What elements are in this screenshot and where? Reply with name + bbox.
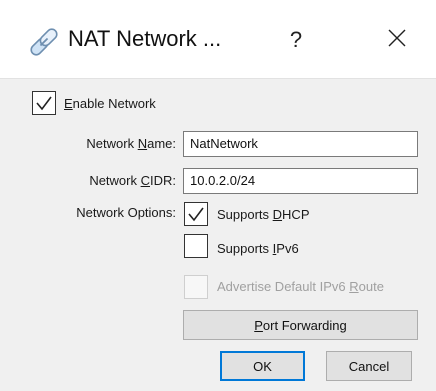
network-cidr-label: Network CIDR: [89, 173, 176, 188]
cancel-button[interactable]: Cancel [326, 351, 412, 381]
supports-dhcp-checkbox[interactable] [184, 202, 208, 226]
checkmark-icon [36, 96, 52, 111]
ok-button[interactable]: OK [220, 351, 305, 381]
advertise-ipv6-route-checkbox [184, 275, 208, 299]
supports-ipv6-label[interactable]: Supports IPv6 [217, 241, 299, 257]
close-icon [387, 28, 407, 52]
title-bar[interactable]: NAT Network ... ? [0, 0, 436, 78]
port-forwarding-button[interactable]: Port Forwarding [183, 310, 418, 340]
network-options-label: Network Options: [76, 205, 176, 220]
enable-network-checkbox[interactable] [32, 91, 56, 115]
dialog-content: Enable Network Network Name: NatNetwork … [0, 78, 436, 391]
advertise-ipv6-route-label: Advertise Default IPv6 Route [217, 279, 384, 294]
enable-network-label[interactable]: Enable Network [64, 96, 156, 112]
supports-ipv6-checkbox[interactable] [184, 234, 208, 258]
nat-network-dialog: NAT Network ... ? Enable Network Network… [0, 0, 436, 391]
checkmark-icon [188, 207, 204, 222]
network-name-field[interactable]: NatNetwork [183, 131, 418, 157]
close-button[interactable] [372, 18, 422, 62]
link-icon [26, 24, 62, 60]
supports-dhcp-label[interactable]: Supports DHCP [217, 207, 310, 223]
network-cidr-field[interactable]: 10.0.2.0/24 [183, 168, 418, 194]
dialog-title: NAT Network ... [68, 26, 222, 51]
network-name-label: Network Name: [86, 136, 176, 151]
help-button[interactable]: ? [270, 18, 322, 62]
